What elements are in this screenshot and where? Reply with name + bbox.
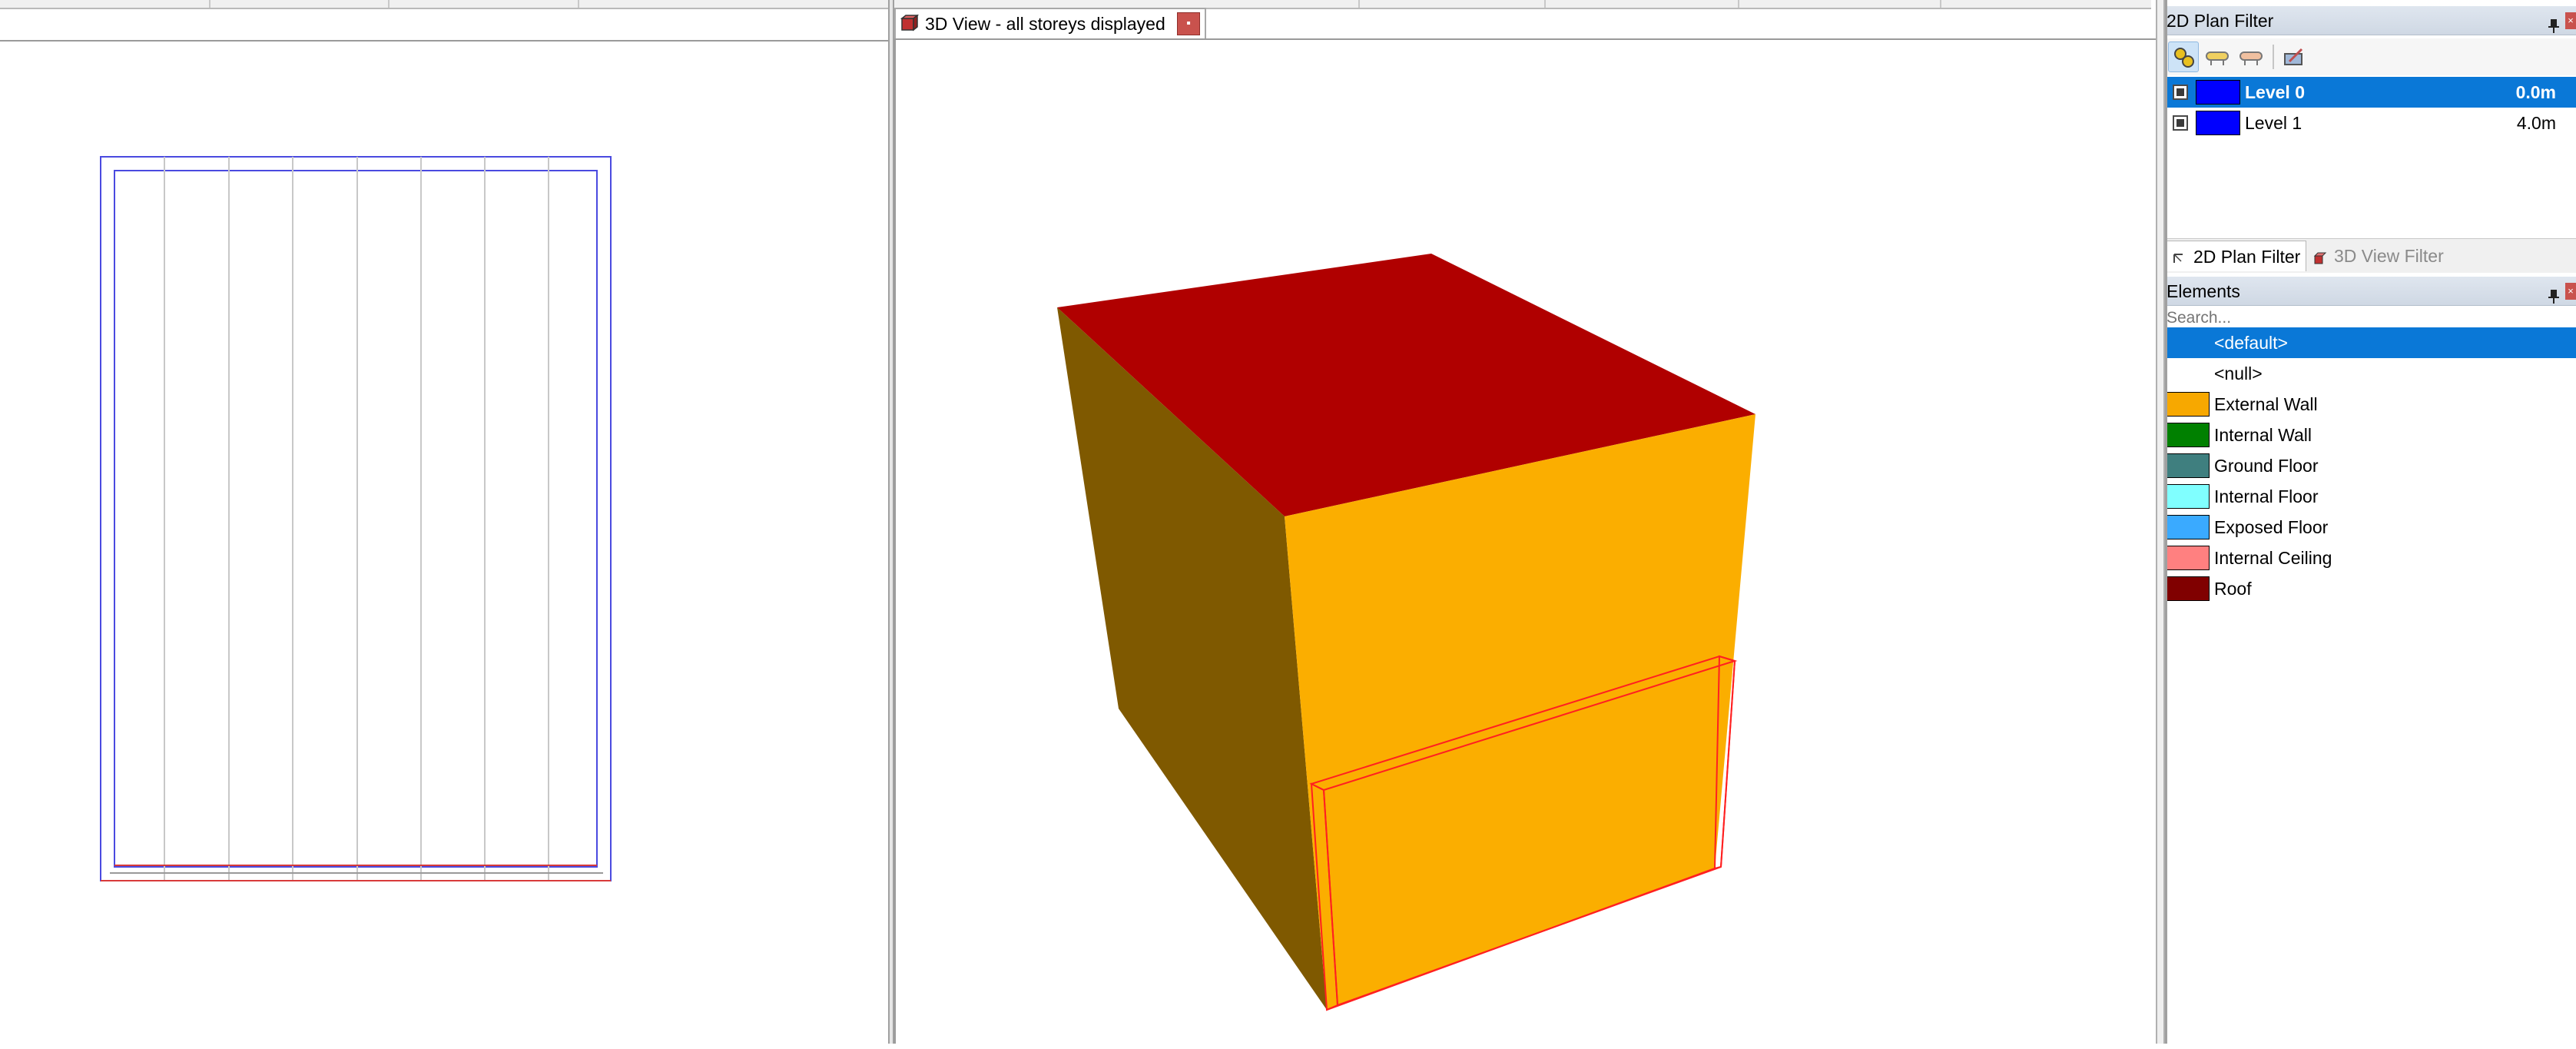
strip-separator <box>388 0 390 8</box>
strip-separator <box>578 0 579 8</box>
level-visibility-checkbox[interactable] <box>2173 85 2188 100</box>
element-item-exposed-floor[interactable]: Exposed Floor <box>2165 512 2576 543</box>
strip-separator <box>209 0 211 8</box>
tab-label: 2D Plan Filter <box>2193 247 2301 267</box>
level-color-swatch <box>2196 80 2240 105</box>
level-elevation: 0.0m <box>2515 82 2556 102</box>
dock-border <box>2165 0 2167 1044</box>
elements-title-bar: Elements × <box>2165 277 2576 306</box>
strip-separator <box>1358 0 1360 8</box>
strip-separator <box>1940 0 1941 8</box>
element-name: <default> <box>2214 333 2288 353</box>
element-color-swatch <box>2167 576 2210 601</box>
level-name: Level 0 <box>2245 82 2305 102</box>
element-item-external-wall[interactable]: External Wall <box>2165 389 2576 420</box>
tab-2d-plan-filter[interactable]: 2D Plan Filter <box>2167 241 2306 271</box>
tab-label: 3D View - all storeys displayed <box>925 13 1165 34</box>
pane-splitter[interactable] <box>888 0 894 1044</box>
element-name: Exposed Floor <box>2214 517 2329 537</box>
filter-above-icon[interactable] <box>2202 41 2233 72</box>
close-panel-button[interactable]: × <box>2565 12 2576 29</box>
element-item-null[interactable]: <null> <box>2165 358 2576 389</box>
3d-view-canvas[interactable] <box>894 38 2156 1044</box>
tab-3d-view-filter[interactable]: 3D View Filter <box>2308 241 2472 271</box>
element-item-internal-floor[interactable]: Internal Floor <box>2165 481 2576 512</box>
plan-filter-title-bar: 2D Plan Filter × <box>2165 6 2576 35</box>
element-item-roof[interactable]: Roof <box>2165 573 2576 604</box>
element-name: Internal Wall <box>2214 425 2312 445</box>
pane-splitter[interactable] <box>2156 0 2165 1044</box>
plan-filter-toolbar <box>2165 38 2576 75</box>
filter-below-icon[interactable] <box>2236 41 2266 72</box>
plan-inner-outline <box>114 170 598 868</box>
search-input[interactable] <box>2165 309 2576 327</box>
element-name: External Wall <box>2214 394 2318 414</box>
element-item-ground-floor[interactable]: Ground Floor <box>2165 450 2576 481</box>
3d-filter-icon <box>2312 245 2328 264</box>
plan-drawing <box>100 156 612 881</box>
close-tab-button[interactable]: ▪ <box>1177 12 1200 35</box>
tab-3d-view[interactable]: 3D View - all storeys displayed ▪ <box>894 8 1206 38</box>
level-row-1[interactable]: Level 1 4.0m <box>2165 108 2576 138</box>
filter-all-icon[interactable] <box>2168 41 2199 72</box>
level-visibility-checkbox[interactable] <box>2173 115 2188 131</box>
plan-gridlines <box>164 157 549 881</box>
element-color-swatch <box>2167 515 2210 539</box>
element-color-swatch <box>2167 484 2210 509</box>
element-item-internal-ceiling[interactable]: Internal Ceiling <box>2165 543 2576 573</box>
element-color-swatch <box>2167 392 2210 417</box>
wall-lit-face <box>1285 414 1755 1010</box>
element-name: Internal Floor <box>2214 486 2319 506</box>
element-name: Ground Floor <box>2214 456 2319 476</box>
right-dock: 2D Plan Filter × Level 0 0.0m Level 1 4.… <box>2165 0 2576 1044</box>
elements-search[interactable] <box>2165 307 2576 330</box>
level-elevation: 4.0m <box>2516 113 2556 133</box>
plan-filter-icon <box>2172 246 2187 263</box>
level-color-swatch <box>2196 111 2240 135</box>
plan-view-canvas[interactable] <box>0 40 888 1045</box>
element-color-swatch <box>2167 423 2210 447</box>
strip-separator <box>1544 0 1546 8</box>
element-item-internal-wall[interactable]: Internal Wall <box>2165 420 2576 450</box>
level-name: Level 1 <box>2245 113 2302 133</box>
3d-model <box>1057 254 1755 1011</box>
element-item-default[interactable]: <default> <box>2165 327 2576 358</box>
3d-view-icon <box>900 14 920 33</box>
element-color-swatch <box>2167 453 2210 478</box>
element-name: <null> <box>2214 363 2263 383</box>
element-color-swatch <box>2167 546 2210 570</box>
filter-tab-bar: 2D Plan Filter 3D View Filter <box>2165 238 2576 273</box>
filter-edit-icon[interactable] <box>2279 41 2309 72</box>
element-name: Roof <box>2214 579 2252 599</box>
strip-separator <box>1738 0 1739 8</box>
panel-title: 2D Plan Filter <box>2167 11 2274 31</box>
plan-outer-outline <box>100 156 612 881</box>
close-panel-button[interactable]: × <box>2565 283 2576 300</box>
panel-title: Elements <box>2167 281 2240 301</box>
pin-icon[interactable] <box>2548 13 2559 33</box>
toolbar-separator <box>2273 45 2274 69</box>
pin-icon[interactable] <box>2548 284 2559 304</box>
tab-label: 3D View Filter <box>2334 246 2444 266</box>
level-row-0[interactable]: Level 0 0.0m <box>2165 77 2576 108</box>
element-name: Internal Ceiling <box>2214 548 2332 568</box>
